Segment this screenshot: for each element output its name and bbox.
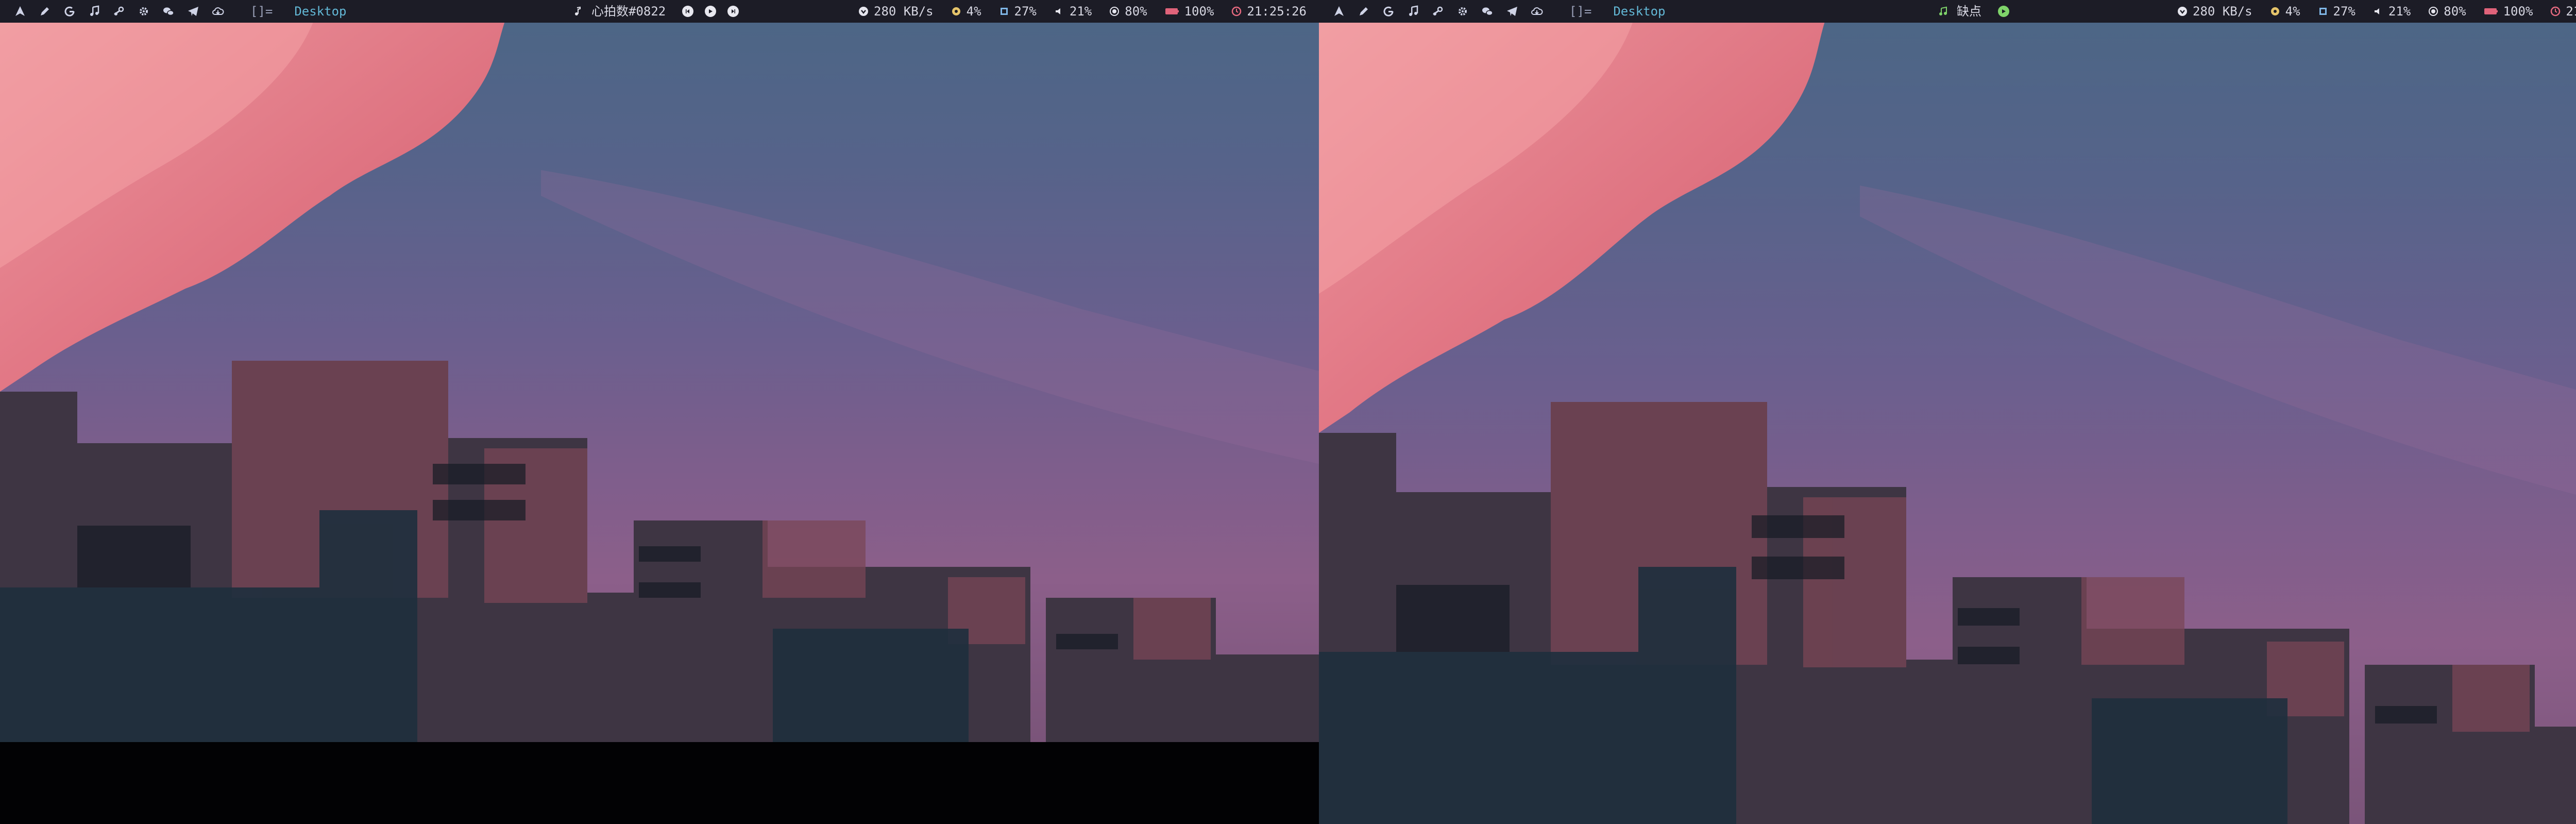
memory-module[interactable]: 27% <box>2318 0 2355 23</box>
music-note-icon <box>1939 6 1947 15</box>
cpu-usage: 4% <box>966 4 981 19</box>
volume-level: 21% <box>1069 4 1092 19</box>
music-icon[interactable] <box>88 5 101 18</box>
battery-level: 100% <box>1184 4 1214 19</box>
download-icon <box>859 7 869 16</box>
layout-indicator[interactable]: []= <box>1569 0 1591 23</box>
now-playing: 心拍数#0822 <box>573 0 739 23</box>
music-icon[interactable] <box>1406 5 1420 18</box>
cpu-icon <box>952 7 960 15</box>
workspace-name[interactable]: Desktop <box>294 0 346 23</box>
layout-indicator[interactable]: []= <box>250 0 273 23</box>
brightness-level: 80% <box>1125 4 1147 19</box>
track-title: 缺点 <box>1957 4 1981 19</box>
battery-level: 100% <box>2503 4 2533 19</box>
memory-module[interactable]: 27% <box>999 0 1037 23</box>
brightness-level: 80% <box>2444 4 2466 19</box>
track-title: 心拍数#0822 <box>591 4 666 19</box>
workspace-name[interactable]: Desktop <box>1613 0 1665 23</box>
status-bar: []= Desktop 缺点 280 KB/s 4% 27% 21% 80% 1… <box>1319 0 2576 23</box>
status-modules: 280 KB/s 4% 27% 21% 80% 100% <box>858 0 1307 23</box>
brightness-icon <box>2429 7 2438 16</box>
battery-icon <box>2484 8 2498 14</box>
next-icon[interactable] <box>727 6 739 17</box>
network-speed: 280 KB/s <box>874 4 934 19</box>
clock-icon <box>1232 6 1242 16</box>
steam-icon[interactable] <box>1431 5 1445 18</box>
right-monitor: []= Desktop 缺点 280 KB/s 4% 27% 21% 80% 1… <box>1319 0 2576 824</box>
clock-time: 21:25:26 <box>1247 4 1307 19</box>
steam-icon[interactable] <box>112 5 126 18</box>
cpu-usage: 4% <box>2285 4 2300 19</box>
memory-icon <box>2319 8 2327 15</box>
clock-icon <box>2551 6 2561 16</box>
telegram-icon[interactable] <box>1505 5 1519 18</box>
desktop-wallpaper <box>0 0 1319 742</box>
brightness-icon <box>1110 7 1120 16</box>
status-bar: []= Desktop 心拍数#0822 280 KB/s 4% 27% 21%… <box>0 0 1319 23</box>
pen-icon[interactable] <box>1357 5 1370 18</box>
network-module[interactable]: 280 KB/s <box>858 0 934 23</box>
now-playing: 缺点 <box>1938 0 2009 23</box>
cloud-icon[interactable] <box>1530 5 1544 18</box>
wechat-icon[interactable] <box>1481 5 1494 18</box>
battery-icon <box>1165 8 1179 14</box>
wallpaper-scene <box>0 0 1319 742</box>
music-note-icon <box>575 6 581 15</box>
memory-icon <box>1000 8 1008 15</box>
volume-module[interactable]: 21% <box>1054 0 1092 23</box>
cpu-module[interactable]: 4% <box>2270 0 2300 23</box>
desktop-wallpaper <box>1319 0 2576 824</box>
wechat-icon[interactable] <box>162 5 175 18</box>
memory-usage: 27% <box>1014 4 1037 19</box>
battery-module[interactable]: 100% <box>2484 0 2533 23</box>
left-monitor: []= Desktop 心拍数#0822 280 KB/s 4% 27% 21%… <box>0 0 1319 824</box>
tray-area: []= Desktop <box>1332 0 1666 23</box>
network-speed: 280 KB/s <box>2193 4 2252 19</box>
memory-usage: 27% <box>2333 4 2355 19</box>
gear-icon[interactable] <box>137 5 150 18</box>
telegram-icon[interactable] <box>187 5 200 18</box>
wallpaper-scene <box>1319 0 2576 824</box>
arch-icon[interactable] <box>1332 5 1346 18</box>
gear-icon[interactable] <box>1456 5 1469 18</box>
google-icon[interactable] <box>1382 5 1395 18</box>
network-module[interactable]: 280 KB/s <box>2177 0 2252 23</box>
volume-module[interactable]: 21% <box>2373 0 2411 23</box>
volume-level: 21% <box>2388 4 2411 19</box>
battery-module[interactable]: 100% <box>1165 0 1214 23</box>
cpu-module[interactable]: 4% <box>951 0 981 23</box>
pen-icon[interactable] <box>38 5 52 18</box>
cpu-icon <box>2270 7 2279 15</box>
cloud-icon[interactable] <box>211 5 225 18</box>
brightness-module[interactable]: 80% <box>1109 0 1147 23</box>
clock-time: 21:25:26 <box>2566 4 2576 19</box>
previous-icon[interactable] <box>682 6 694 17</box>
arch-icon[interactable] <box>13 5 27 18</box>
status-modules: 280 KB/s 4% 27% 21% 80% 100% <box>2177 0 2576 23</box>
volume-icon <box>2374 8 2379 14</box>
google-icon[interactable] <box>63 5 76 18</box>
clock-module[interactable]: 21:25:26 <box>2550 0 2576 23</box>
volume-icon <box>1055 8 1060 14</box>
tray-area: []= Desktop <box>13 0 347 23</box>
clock-module[interactable]: 21:25:26 <box>1231 0 1307 23</box>
brightness-module[interactable]: 80% <box>2428 0 2466 23</box>
download-icon <box>2178 7 2188 16</box>
unused-screen-area <box>0 742 1319 824</box>
play-icon[interactable] <box>1998 6 2009 17</box>
play-icon[interactable] <box>705 6 717 17</box>
